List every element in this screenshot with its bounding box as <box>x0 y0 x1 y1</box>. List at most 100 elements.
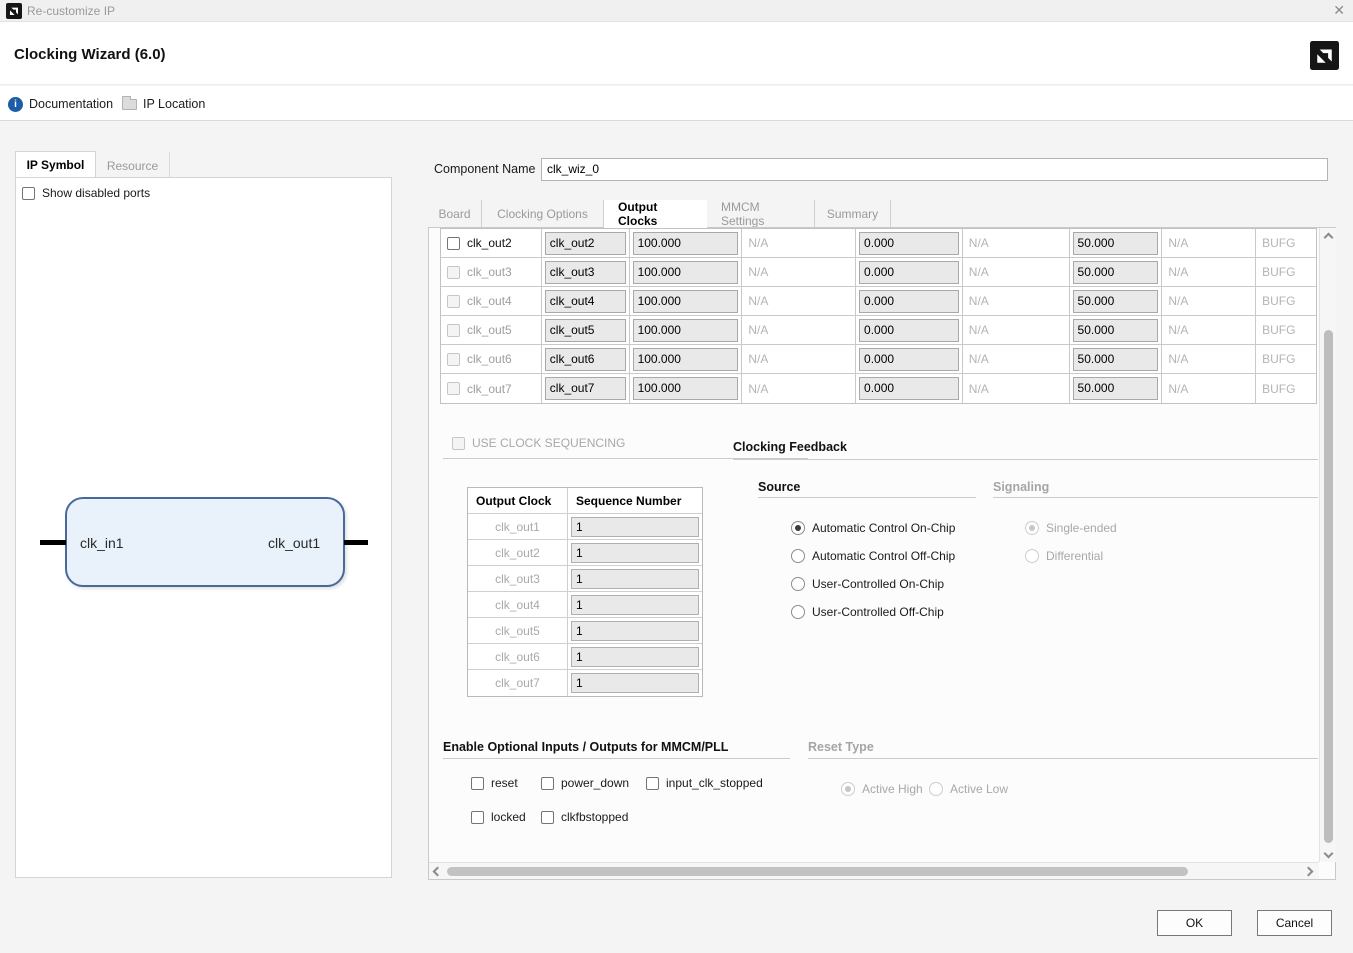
tab-output-clocks[interactable]: Output Clocks <box>604 200 707 228</box>
table-row: clk_out6 clk_out6 100.000 N/A 0.000 N/A … <box>441 345 1316 374</box>
duty-cycle-field: 50.000 <box>1073 290 1159 313</box>
show-disabled-ports-label: Show disabled ports <box>42 186 150 200</box>
input-port-stub <box>40 540 66 545</box>
tab-board[interactable]: Board <box>428 200 482 227</box>
ok-button[interactable]: OK <box>1157 910 1232 936</box>
documentation-label: Documentation <box>29 97 113 111</box>
radio-active-low: Active Low <box>929 782 1008 796</box>
radio-icon <box>1025 521 1039 535</box>
radio-user-controlled-off-chip[interactable]: User-Controlled Off-Chip <box>791 605 944 619</box>
sequence-row: clk_out21 <box>468 540 702 566</box>
toolbar: i Documentation IP Location <box>0 86 1353 121</box>
dialog-header: Clocking Wizard (6.0) <box>0 22 1353 85</box>
duty-cycle-field[interactable]: 50.000 <box>1073 232 1159 255</box>
output-freq-field[interactable]: 100.000 <box>633 232 739 255</box>
sequence-row: clk_out31 <box>468 566 702 592</box>
horizontal-scrollbar-thumb[interactable] <box>447 867 1188 876</box>
vertical-scrollbar-thumb[interactable] <box>1324 330 1333 843</box>
radio-automatic-control-on-chip[interactable]: Automatic Control On-Chip <box>791 521 955 535</box>
table-row: clk_out3 clk_out3 100.000 N/A 0.000 N/A … <box>441 258 1316 287</box>
phase-field[interactable]: 0.000 <box>859 232 959 255</box>
sequence-number-field: 1 <box>571 569 699 589</box>
tab-clocking-options[interactable]: Clocking Options <box>482 200 604 227</box>
checkbox-icon <box>646 777 659 790</box>
tab-resource[interactable]: Resource <box>96 152 170 179</box>
port-name-field: clk_out3 <box>545 261 626 284</box>
divider <box>758 497 976 498</box>
checkbox-locked[interactable]: locked <box>471 810 526 824</box>
output-freq-field: 100.000 <box>633 377 739 400</box>
signaling-title: Signaling <box>993 480 1049 494</box>
sequence-number-field: 1 <box>571 595 699 615</box>
info-icon: i <box>8 97 23 112</box>
table-row: clk_out7 clk_out7 100.000 N/A 0.000 N/A … <box>441 374 1316 403</box>
ip-location-button[interactable]: IP Location <box>122 94 205 114</box>
ip-location-label: IP Location <box>143 97 205 111</box>
clk-out2-checkbox[interactable] <box>447 237 460 250</box>
radio-icon <box>841 782 855 796</box>
radio-icon <box>791 577 805 591</box>
checkbox-reset[interactable]: reset <box>471 776 518 790</box>
radio-icon <box>1025 549 1039 563</box>
checkbox-icon <box>471 811 484 824</box>
scroll-right-icon[interactable] <box>1300 864 1317 879</box>
scroll-up-icon[interactable] <box>1320 230 1337 245</box>
phase-field: 0.000 <box>859 348 959 371</box>
output-freq-field: 100.000 <box>633 261 739 284</box>
scroll-down-icon[interactable] <box>1320 846 1337 861</box>
documentation-button[interactable]: i Documentation <box>8 94 113 114</box>
sequence-table: Output Clock Sequence Number clk_out11 c… <box>467 487 703 697</box>
column-header: Sequence Number <box>568 488 702 513</box>
component-name-input[interactable]: clk_wiz_0 <box>541 158 1328 181</box>
tab-ip-symbol[interactable]: IP Symbol <box>15 151 96 178</box>
port-name-field: clk_out5 <box>545 319 626 342</box>
divider <box>443 758 790 759</box>
radio-differential: Differential <box>1025 549 1103 563</box>
page-title: Clocking Wizard (6.0) <box>14 46 166 63</box>
amd-xilinx-logo-icon <box>6 3 22 19</box>
checkbox-icon <box>541 777 554 790</box>
window-title: Re-customize IP <box>27 4 115 18</box>
sequence-row: clk_out61 <box>468 644 702 670</box>
tab-mmcm-settings[interactable]: MMCM Settings <box>707 200 815 227</box>
phase-field: 0.000 <box>859 319 959 342</box>
sequence-row: clk_out41 <box>468 592 702 618</box>
vertical-scrollbar[interactable] <box>1319 228 1336 862</box>
clk-out5-checkbox <box>447 324 460 337</box>
checkbox-clkfbstopped[interactable]: clkfbstopped <box>541 810 628 824</box>
output-freq-field: 100.000 <box>633 290 739 313</box>
checkbox-power-down[interactable]: power_down <box>541 776 629 790</box>
radio-active-high: Active High <box>841 782 923 796</box>
checkbox-input-clk-stopped[interactable]: input_clk_stopped <box>646 776 763 790</box>
close-icon[interactable]: ✕ <box>1333 2 1345 19</box>
phase-field: 0.000 <box>859 261 959 284</box>
output-freq-field: 100.000 <box>633 319 739 342</box>
radio-single-ended: Single-ended <box>1025 521 1117 535</box>
optional-io-title: Enable Optional Inputs / Outputs for MMC… <box>443 740 728 754</box>
divider <box>808 758 1318 759</box>
output-port-label: clk_out1 <box>268 535 320 551</box>
window-titlebar: Re-customize IP ✕ <box>0 0 1353 22</box>
config-tabs: Board Clocking Options Output Clocks MMC… <box>428 200 1336 227</box>
horizontal-scrollbar[interactable] <box>429 862 1319 879</box>
radio-icon <box>791 605 805 619</box>
sequence-number-field: 1 <box>571 647 699 667</box>
output-freq-field: 100.000 <box>633 348 739 371</box>
checkbox-icon <box>541 811 554 824</box>
radio-automatic-control-off-chip[interactable]: Automatic Control Off-Chip <box>791 549 955 563</box>
radio-user-controlled-on-chip[interactable]: User-Controlled On-Chip <box>791 577 944 591</box>
scroll-left-icon[interactable] <box>429 864 446 879</box>
tab-summary[interactable]: Summary <box>815 200 891 227</box>
duty-cycle-field: 50.000 <box>1073 261 1159 284</box>
phase-field: 0.000 <box>859 377 959 400</box>
sequence-header-row: Output Clock Sequence Number <box>468 488 702 514</box>
duty-cycle-field: 50.000 <box>1073 348 1159 371</box>
use-clock-sequencing-checkbox <box>452 437 465 450</box>
cancel-button[interactable]: Cancel <box>1257 910 1332 936</box>
port-name-field[interactable]: clk_out2 <box>545 232 626 255</box>
folder-icon <box>122 99 137 110</box>
source-title: Source <box>758 480 800 494</box>
checkbox-icon <box>471 777 484 790</box>
show-disabled-ports-checkbox[interactable] <box>22 187 35 200</box>
input-port-label: clk_in1 <box>80 535 124 551</box>
